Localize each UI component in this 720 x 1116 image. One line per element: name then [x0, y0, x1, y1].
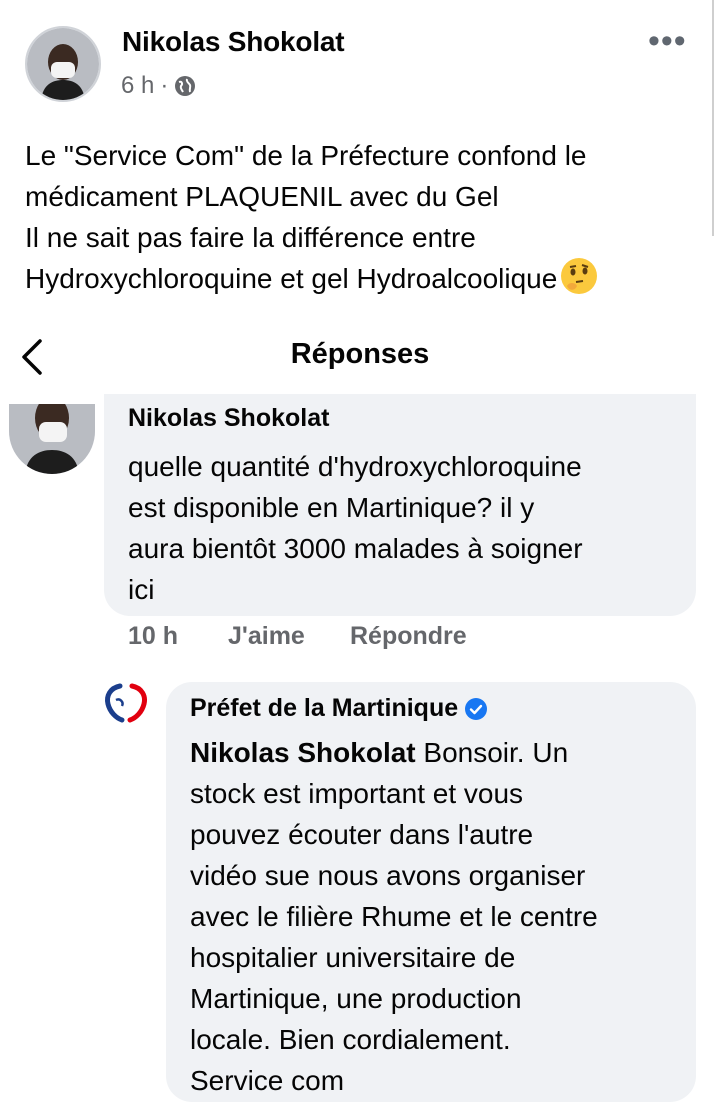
reply-line: Martinique, une production — [190, 983, 522, 1014]
reply-button[interactable]: Répondre — [350, 622, 467, 651]
reply-line: avec le filière Rhume et le centre — [190, 901, 598, 932]
reply-author: Préfet de la Martinique — [190, 694, 488, 723]
scrollbar-edge — [712, 0, 720, 236]
like-button[interactable]: J'aime — [228, 622, 305, 651]
commenter-avatar[interactable] — [9, 404, 95, 474]
post-line: médicament PLAQUENIL avec du Gel — [25, 181, 499, 212]
mention-link[interactable]: Nikolas Shokolat — [190, 737, 416, 768]
comment-text: quelle quantité d'hydroxychloroquine est… — [128, 446, 678, 610]
comment-line: ici — [128, 574, 155, 605]
post-author-name[interactable]: Nikolas Shokolat — [122, 26, 345, 58]
verified-badge-icon — [464, 697, 488, 721]
post-line: Il ne sait pas faire la différence entre — [25, 222, 476, 253]
reply-line: hospitalier universitaire de — [190, 942, 516, 973]
comment-author[interactable]: Nikolas Shokolat — [128, 404, 329, 433]
post-line: Hydroxychloroquine et gel Hydroalcooliqu… — [25, 258, 705, 299]
comment-line: est disponible en Martinique? il y — [128, 492, 535, 523]
reply-line: Nikolas Shokolat Bonsoir. Un — [190, 732, 680, 773]
post-meta: 6 h · — [121, 72, 196, 100]
reply-line: locale. Bien cordialement. — [190, 1024, 511, 1055]
reply-text: Nikolas Shokolat Bonsoir. Un stock est i… — [190, 732, 680, 1101]
page-title: Réponses — [290, 338, 430, 370]
reply-line: Service com — [190, 1065, 345, 1096]
reply-line: stock est important et vous — [190, 778, 524, 809]
thinking-face-icon — [561, 258, 598, 294]
post-line-text: Hydroxychloroquine et gel Hydroalcooliqu… — [25, 263, 558, 294]
reply-line: vidéo sue nous avons organiser — [190, 860, 586, 891]
post-time[interactable]: 6 h — [121, 72, 154, 100]
reply-line: pouvez écouter dans l'autre — [190, 819, 534, 850]
prefecture-logo-avatar[interactable] — [100, 680, 152, 726]
author-avatar[interactable] — [25, 26, 101, 102]
comment-line: quelle quantité d'hydroxychloroquine — [128, 451, 582, 482]
meta-separator: · — [160, 72, 169, 99]
post-line: Le "Service Com" de la Préfecture confon… — [25, 140, 587, 171]
more-options-icon[interactable]: ••• — [648, 24, 687, 58]
comment-line: aura bientôt 3000 malades à soigner — [128, 533, 583, 564]
reply-line-text: Bonsoir. Un — [415, 737, 569, 768]
post-body: Le "Service Com" de la Préfecture confon… — [25, 135, 705, 299]
comment-time[interactable]: 10 h — [128, 622, 178, 651]
globe-icon — [174, 75, 196, 97]
reply-author-name[interactable]: Préfet de la Martinique — [190, 694, 458, 723]
